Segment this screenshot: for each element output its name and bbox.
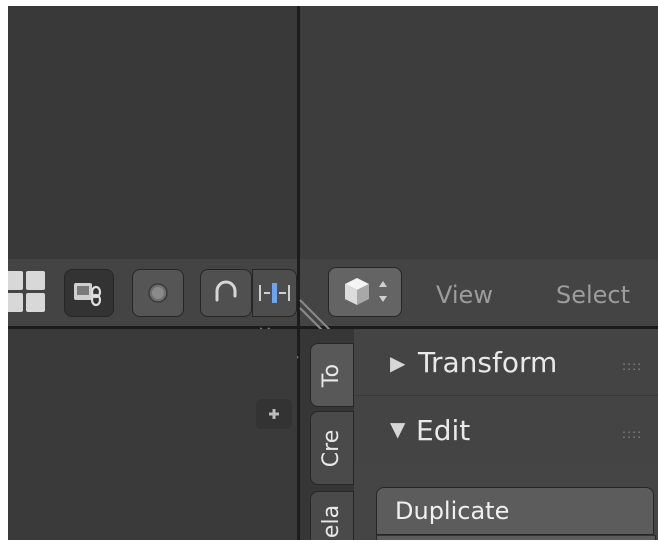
drag-grip-icon[interactable]: :::: — [622, 427, 642, 441]
view-menu[interactable]: View — [436, 281, 493, 309]
tab-tools[interactable]: To — [310, 343, 354, 407]
object-mode-button[interactable] — [328, 267, 402, 317]
record-icon — [148, 283, 168, 303]
viewport-header: View Select — [300, 259, 658, 329]
add-region-button[interactable] — [256, 399, 292, 429]
tab-relations[interactable]: ela — [310, 491, 354, 540]
linked-data-button[interactable] — [64, 269, 114, 317]
left-editor-header — [8, 259, 297, 329]
snap-toggle-button[interactable] — [200, 269, 252, 317]
section-title: Edit — [416, 414, 471, 447]
tool-shelf-tabs: To Cre ela — [300, 329, 354, 540]
record-button[interactable] — [132, 269, 184, 317]
section-transform-header[interactable]: ▶ Transform :::: — [354, 329, 658, 396]
tab-label: To — [319, 363, 345, 387]
section-edit-header[interactable]: ▼ Edit :::: — [354, 397, 658, 463]
object-mode-cube-icon — [345, 278, 387, 305]
drag-grip-icon[interactable]: :::: — [622, 359, 642, 373]
tab-label: Cre — [319, 429, 345, 467]
collapsed-triangle-icon: ▶ — [390, 351, 406, 375]
select-menu[interactable]: Select — [556, 281, 630, 309]
blender-window: View Select To Cre ela ▶ Transform:::: … — [8, 6, 658, 540]
top-left-editor — [8, 6, 297, 259]
snap-magnet-icon — [215, 280, 237, 302]
bottom-left-editor — [8, 329, 297, 540]
next-button-edge[interactable] — [376, 535, 656, 540]
layout-grid-icon[interactable] — [8, 269, 48, 315]
top-right-viewport — [300, 6, 658, 259]
tool-shelf-panel: ▶ Transform :::: ▼ Edit :::: Duplicate — [354, 329, 658, 540]
plus-icon — [269, 409, 279, 419]
expanded-triangle-icon: ▼ — [390, 417, 406, 441]
tab-label: ela — [319, 504, 345, 538]
duplicate-button[interactable]: Duplicate — [376, 487, 654, 535]
tab-create[interactable]: Cre — [310, 411, 354, 485]
linked-data-icon — [74, 283, 102, 307]
section-title: Transform — [418, 346, 558, 379]
